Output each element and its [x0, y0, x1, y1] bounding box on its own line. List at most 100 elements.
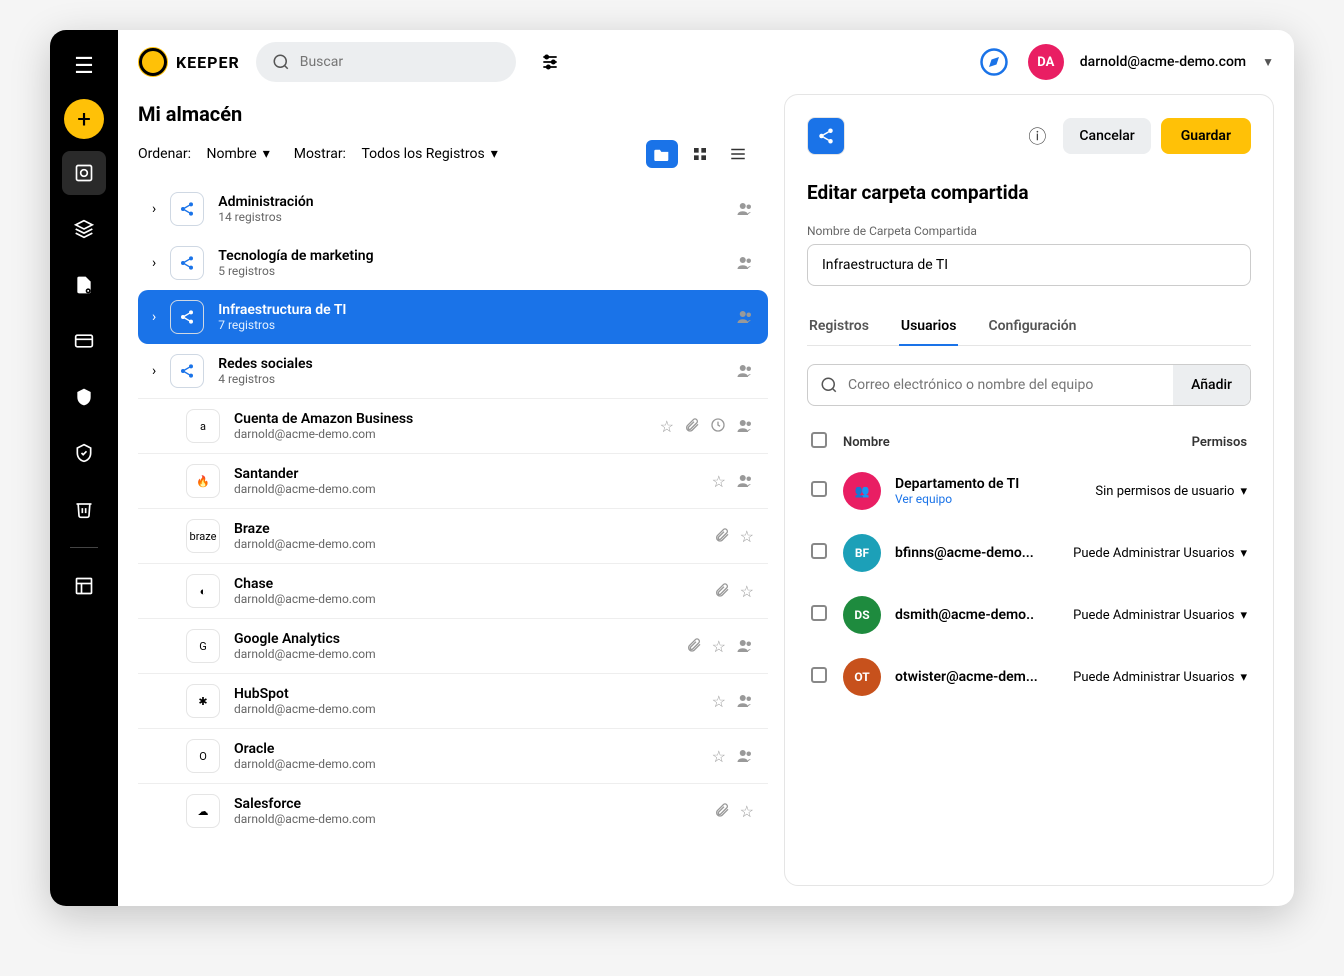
attachment-icon[interactable] [714, 802, 730, 821]
view-team-link[interactable]: Ver equipo [895, 492, 1095, 506]
folder-count: 5 registros [218, 264, 722, 278]
star-icon[interactable]: ☆ [712, 692, 726, 711]
star-icon[interactable]: ☆ [712, 472, 726, 491]
record-row[interactable]: brazeBrazedarnold@acme-demo.com☆ [138, 508, 768, 563]
star-icon[interactable]: ☆ [740, 802, 754, 821]
nav-vault[interactable] [62, 151, 106, 195]
view-folder-button[interactable] [646, 140, 678, 168]
user-checkbox[interactable] [811, 481, 827, 497]
shared-folder-icon [170, 192, 204, 226]
folder-row[interactable]: ›Tecnología de marketing5 registros [138, 236, 768, 290]
permission-select[interactable]: Sin permisos de usuario ▾ [1095, 484, 1247, 499]
folder-row[interactable]: ›Infraestructura de TI7 registros [138, 290, 768, 344]
nav-trash[interactable] [62, 487, 106, 531]
tune-icon[interactable] [532, 44, 568, 80]
user-checkbox[interactable] [811, 605, 827, 621]
keeper-logo-icon [138, 47, 168, 77]
add-user-button[interactable]: Añadir [1173, 365, 1250, 405]
brand-name: KEEPER [176, 53, 240, 72]
record-row[interactable]: ✱HubSpotdarnold@acme-demo.com☆ [138, 673, 768, 728]
people-icon[interactable] [736, 747, 754, 766]
attachment-icon[interactable] [714, 582, 730, 601]
add-button[interactable]: + [64, 99, 104, 139]
record-row[interactable]: 🔥Santanderdarnold@acme-demo.com☆ [138, 453, 768, 508]
search-input[interactable] [300, 54, 500, 70]
nav-shield[interactable] [62, 375, 106, 419]
user-menu-caret[interactable]: ▼ [1262, 55, 1274, 69]
col-header-perm: Permisos [1192, 435, 1247, 450]
record-app-icon: braze [186, 519, 220, 553]
folder-name-input[interactable] [807, 244, 1251, 286]
star-icon[interactable]: ☆ [712, 747, 726, 766]
record-row[interactable]: aCuenta de Amazon Businessdarnold@acme-d… [138, 398, 768, 453]
record-row[interactable]: GGoogle Analyticsdarnold@acme-demo.com☆ [138, 618, 768, 673]
sort-control[interactable]: Ordenar: Nombre ▾ [138, 146, 270, 162]
user-checkbox[interactable] [811, 543, 827, 559]
nav-card[interactable] [62, 319, 106, 363]
permission-select[interactable]: Puede Administrar Usuarios ▾ [1073, 546, 1247, 561]
chevron-right-icon[interactable]: › [152, 255, 156, 271]
chevron-down-icon: ▾ [1240, 484, 1247, 499]
attachment-icon[interactable] [686, 637, 702, 656]
record-subtitle: darnold@acme-demo.com [234, 702, 698, 716]
people-icon[interactable] [736, 362, 754, 380]
shared-folder-icon [807, 117, 845, 155]
nav-shield-check[interactable] [62, 431, 106, 475]
cancel-button[interactable]: Cancelar [1063, 118, 1150, 154]
user-name: bfinns@acme-demo... [895, 545, 1045, 561]
chevron-down-icon: ▾ [1240, 546, 1247, 561]
info-icon[interactable]: ⓘ [1021, 120, 1053, 152]
chevron-down-icon: ▾ [1240, 670, 1247, 685]
folder-count: 7 registros [218, 318, 722, 332]
tab-users[interactable]: Usuarios [899, 308, 959, 346]
folder-row[interactable]: ›Administración14 registros [138, 182, 768, 236]
shared-folder-icon [170, 354, 204, 388]
star-icon[interactable]: ☆ [740, 582, 754, 601]
save-button[interactable]: Guardar [1161, 118, 1251, 154]
view-list-button[interactable] [722, 140, 754, 168]
edit-shared-folder-panel: ⓘ Cancelar Guardar Editar carpeta compar… [784, 94, 1274, 886]
record-row[interactable]: ◐Chasedarnold@acme-demo.com☆ [138, 563, 768, 618]
nav-file[interactable] [62, 263, 106, 307]
folder-row[interactable]: ›Redes sociales4 registros [138, 344, 768, 398]
nav-layout[interactable] [62, 564, 106, 608]
chevron-right-icon[interactable]: › [152, 309, 156, 325]
record-row[interactable]: ☁Salesforcedarnold@acme-demo.com☆ [138, 783, 768, 838]
star-icon[interactable]: ☆ [712, 637, 726, 656]
nav-stack[interactable] [62, 207, 106, 251]
record-name: Google Analytics [234, 631, 672, 647]
search-box[interactable] [256, 42, 516, 82]
chevron-right-icon[interactable]: › [152, 363, 156, 379]
people-icon[interactable] [736, 637, 754, 656]
user-checkbox[interactable] [811, 667, 827, 683]
chevron-right-icon[interactable]: › [152, 201, 156, 217]
view-grid-button[interactable] [684, 140, 716, 168]
folder-count: 4 registros [218, 372, 722, 386]
star-icon[interactable]: ☆ [740, 527, 754, 546]
record-row[interactable]: OOracledarnold@acme-demo.com☆ [138, 728, 768, 783]
permission-select[interactable]: Puede Administrar Usuarios ▾ [1073, 608, 1247, 623]
shared-folder-icon [170, 300, 204, 334]
people-icon[interactable] [736, 308, 754, 326]
add-user-input[interactable] [848, 365, 1161, 405]
user-avatar[interactable]: DA [1028, 44, 1064, 80]
tab-records[interactable]: Registros [807, 308, 871, 346]
people-icon[interactable] [736, 254, 754, 272]
people-icon[interactable] [736, 472, 754, 491]
select-all-checkbox[interactable] [811, 432, 827, 448]
search-icon [272, 53, 290, 71]
history-icon[interactable] [710, 417, 726, 436]
permission-select[interactable]: Puede Administrar Usuarios ▾ [1073, 670, 1247, 685]
show-control[interactable]: Mostrar: Todos los Registros ▾ [294, 146, 498, 162]
people-icon[interactable] [736, 692, 754, 711]
attachment-icon[interactable] [714, 527, 730, 546]
tab-config[interactable]: Configuración [986, 308, 1078, 346]
menu-icon[interactable]: ☰ [66, 46, 102, 87]
people-icon[interactable] [736, 417, 754, 436]
attachment-icon[interactable] [684, 417, 700, 436]
people-icon[interactable] [736, 200, 754, 218]
star-icon[interactable]: ☆ [660, 417, 674, 436]
rail-divider [70, 547, 98, 548]
record-name: Salesforce [234, 796, 700, 812]
compass-icon[interactable] [976, 44, 1012, 80]
